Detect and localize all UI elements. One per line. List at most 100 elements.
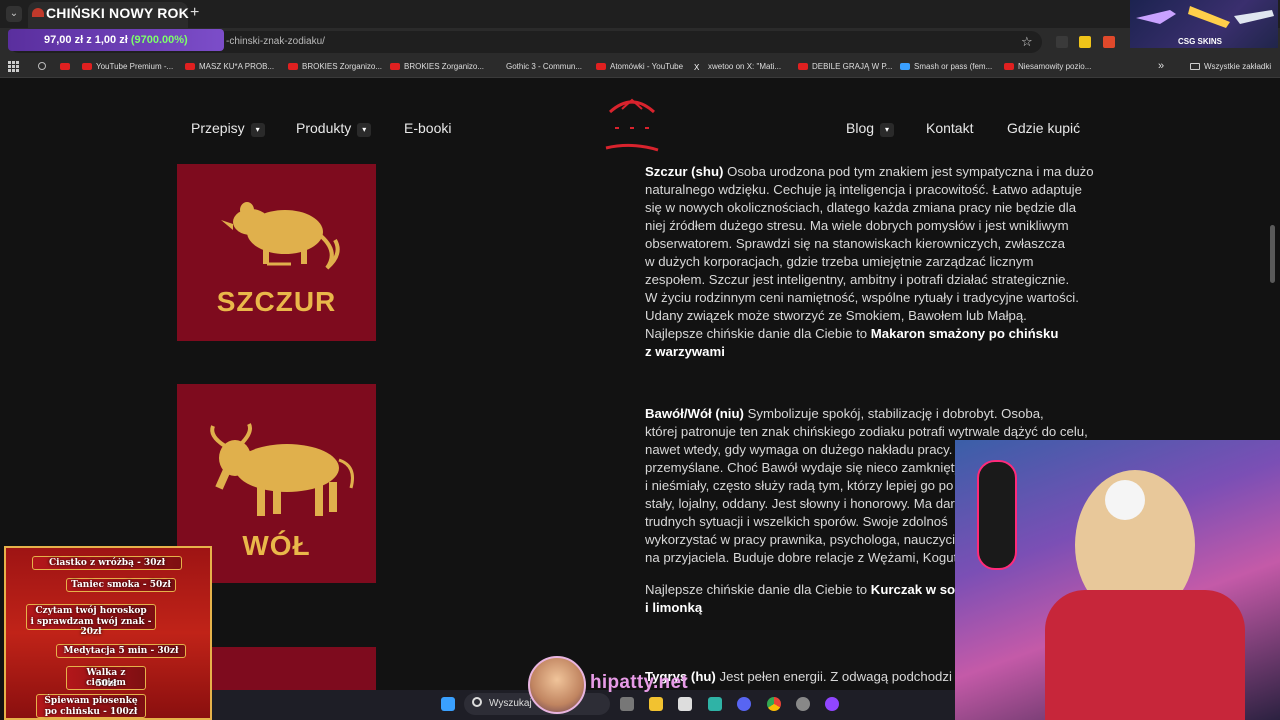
nav-ebooki[interactable]: E-booki xyxy=(404,120,451,136)
nav-produkty[interactable]: Produkty ▾ xyxy=(296,120,372,137)
nav-label: Produkty xyxy=(296,120,352,136)
url-text[interactable]: -chinski-znak-zodiaku/ xyxy=(226,36,325,47)
bookmark-item[interactable]: YouTube Premium -... xyxy=(82,62,173,71)
bookmark-item[interactable]: DEBILE GRAJĄ W P... xyxy=(798,62,892,71)
price-badge: 97,00 zł z 1,00 zł (9700.00%) xyxy=(8,29,224,51)
dish-line: z warzywami xyxy=(645,343,1105,361)
menu-item: i sprawdzam twój znak - 20zł xyxy=(30,617,152,637)
dish-name-cont: i limonką xyxy=(645,600,703,615)
bookmark-label: BROKIES Zorganizo... xyxy=(404,62,485,71)
entry-text-line: Bawół/Wół (niu) Symbolizuje spokój, stab… xyxy=(645,405,1105,423)
bookmark-item[interactable]: BROKIES Zorganizo... xyxy=(390,62,484,71)
chevron-down-icon[interactable]: ▾ xyxy=(880,123,895,137)
bookmark-item[interactable] xyxy=(60,62,74,71)
menu-item: Śpiewam piosenkę xyxy=(44,696,138,706)
bookmark-label: Niesamowity pozio... xyxy=(1018,62,1092,71)
streamer-body xyxy=(1045,590,1245,720)
chevron-down-icon[interactable]: ▾ xyxy=(357,123,372,137)
obs-icon[interactable] xyxy=(825,697,839,711)
bookmark-item[interactable]: Smash or pass (fem... xyxy=(900,62,992,71)
bookmark-item[interactable]: MASZ KU*A PROB... xyxy=(185,62,274,71)
search-icon xyxy=(472,697,482,707)
menu-item: po chińsku - 100zł xyxy=(44,707,138,717)
entry-text: Osoba urodzona pod tym znakiem jest symp… xyxy=(727,164,1094,179)
discord-icon[interactable] xyxy=(737,697,751,711)
steam-icon[interactable] xyxy=(796,697,810,711)
file-explorer-icon[interactable] xyxy=(649,697,663,711)
tab-search-chevron-icon[interactable]: ⌄ xyxy=(6,6,22,22)
page-scrollbar[interactable] xyxy=(1270,225,1275,283)
apps-grid-icon[interactable] xyxy=(8,61,19,72)
streamer-avatar xyxy=(528,656,586,714)
skins-overlay-label: CSG SKINS xyxy=(1178,37,1223,46)
bookmark-item[interactable]: Atomówki - YouTube xyxy=(596,62,683,71)
bookmark-label: DEBILE GRAJĄ W P... xyxy=(812,62,893,71)
bookmark-label: xwetoo on X: "Mati... xyxy=(708,62,782,71)
nav-gdzie-kupic[interactable]: Gdzie kupić xyxy=(1007,120,1080,136)
bookmark-item[interactable] xyxy=(38,62,50,71)
entry-text-line: W życiu rodzinnym ceni namiętność, wspól… xyxy=(645,290,1079,305)
site-logo[interactable] xyxy=(602,94,662,154)
extension-icon[interactable] xyxy=(1079,36,1091,48)
bookmark-item[interactable]: BROKIES Zorganizo... xyxy=(288,62,382,71)
entry-text-line: niej źródłem dużego stresu. Ma wiele dob… xyxy=(645,218,1069,233)
nav-label: Gdzie kupić xyxy=(1007,120,1081,136)
flower-hairpin xyxy=(1105,480,1145,520)
dish-line: Najlepsze chińskie danie dla Ciebie to M… xyxy=(645,325,1105,343)
extension-icon[interactable] xyxy=(1056,36,1068,48)
entry-rat: Szczur (shu) Osoba urodzona pod tym znak… xyxy=(645,163,1105,361)
nav-blog[interactable]: Blog ▾ xyxy=(846,120,895,137)
entry-text-line: której patronuje ten znak chińskiego zod… xyxy=(645,424,1088,439)
chevron-down-icon[interactable]: ▾ xyxy=(250,123,265,137)
bookmark-item[interactable]: Xxwetoo on X: "Mati... xyxy=(694,62,782,72)
extension-icon[interactable] xyxy=(1103,36,1115,48)
nav-przepisy[interactable]: Przepisy ▾ xyxy=(191,120,265,137)
bookmark-label: Smash or pass (fem... xyxy=(914,62,993,71)
menu-item: Medytacja 5 min - 30zł xyxy=(63,646,179,656)
price-badge-main: 97,00 zł z 1,00 zł xyxy=(44,34,128,46)
entry-title: Bawół/Wół (niu) xyxy=(645,406,744,421)
nav-kontakt[interactable]: Kontakt xyxy=(926,120,973,136)
nav-label: Kontakt xyxy=(926,120,974,136)
menu-item: Taniec smoka - 50zł xyxy=(71,580,171,590)
bookmark-label: YouTube Premium -... xyxy=(96,62,174,71)
app-icon[interactable] xyxy=(708,697,722,711)
entry-title: Szczur (shu) xyxy=(645,164,724,179)
dish-name-cont: z warzywami xyxy=(645,344,725,359)
entry-text-line: Szczur (shu) Osoba urodzona pod tym znak… xyxy=(645,163,1105,181)
chrome-icon[interactable] xyxy=(767,697,781,711)
dish-name: Makaron smażony po chińsku xyxy=(870,326,1059,341)
entry-text-line: Udany związek może stworzyć ze Smokiem, … xyxy=(645,308,1027,323)
taskbar-search-label[interactable]: Wyszukaj xyxy=(489,698,532,709)
menu-item: Czytam twój horoskop xyxy=(35,606,147,616)
rat-icon xyxy=(221,202,340,270)
dish-intro: Najlepsze chińskie danie dla Ciebie to xyxy=(645,582,868,597)
task-view-icon[interactable] xyxy=(620,697,634,711)
folder-icon xyxy=(1190,63,1200,70)
bookmark-label: Atomówki - YouTube xyxy=(610,62,684,71)
nav-label: Przepisy xyxy=(191,120,245,136)
entry-text-line: w dużych korporacjach, gdzie trzeba umie… xyxy=(645,254,1034,269)
bookmark-label: Gothic 3 - Commun... xyxy=(506,62,583,71)
ox-icon xyxy=(210,423,354,516)
store-icon[interactable] xyxy=(678,697,692,711)
zodiac-card-rat: SZCZUR xyxy=(177,164,376,341)
entry-tiger: Tygrys (hu) Jest pełen energii. Z odwagą… xyxy=(645,668,965,686)
bookmark-item[interactable]: Gothic 3 - Commun... xyxy=(492,62,582,71)
webcam-overlay xyxy=(955,440,1280,720)
price-badge-percent: (9700.00%) xyxy=(130,34,188,46)
entry-text-line: się w nowych okolicznościach, dlatego ka… xyxy=(645,200,1077,215)
dish-name: Kurczak w sos xyxy=(870,582,963,597)
bookmarks-overflow-button[interactable]: » xyxy=(1158,60,1164,72)
nav-label: Blog xyxy=(846,120,875,136)
streamer-name: hipatty.net xyxy=(590,672,688,693)
bookmark-label: MASZ KU*A PROB... xyxy=(199,62,275,71)
tab-favicon-icon xyxy=(32,8,44,17)
dish-intro: Najlepsze chińskie danie dla Ciebie to xyxy=(645,326,868,341)
windows-start-icon[interactable] xyxy=(441,697,455,711)
new-tab-button[interactable]: + xyxy=(190,4,199,22)
bookmark-item[interactable]: Niesamowity pozio... xyxy=(1004,62,1091,71)
tab-title[interactable]: CHIŃSKI NOWY ROK xyxy=(46,5,189,21)
all-bookmarks-folder[interactable]: Wszystkie zakładki xyxy=(1190,62,1271,71)
bookmark-star-icon[interactable]: ☆ xyxy=(1021,34,1033,50)
